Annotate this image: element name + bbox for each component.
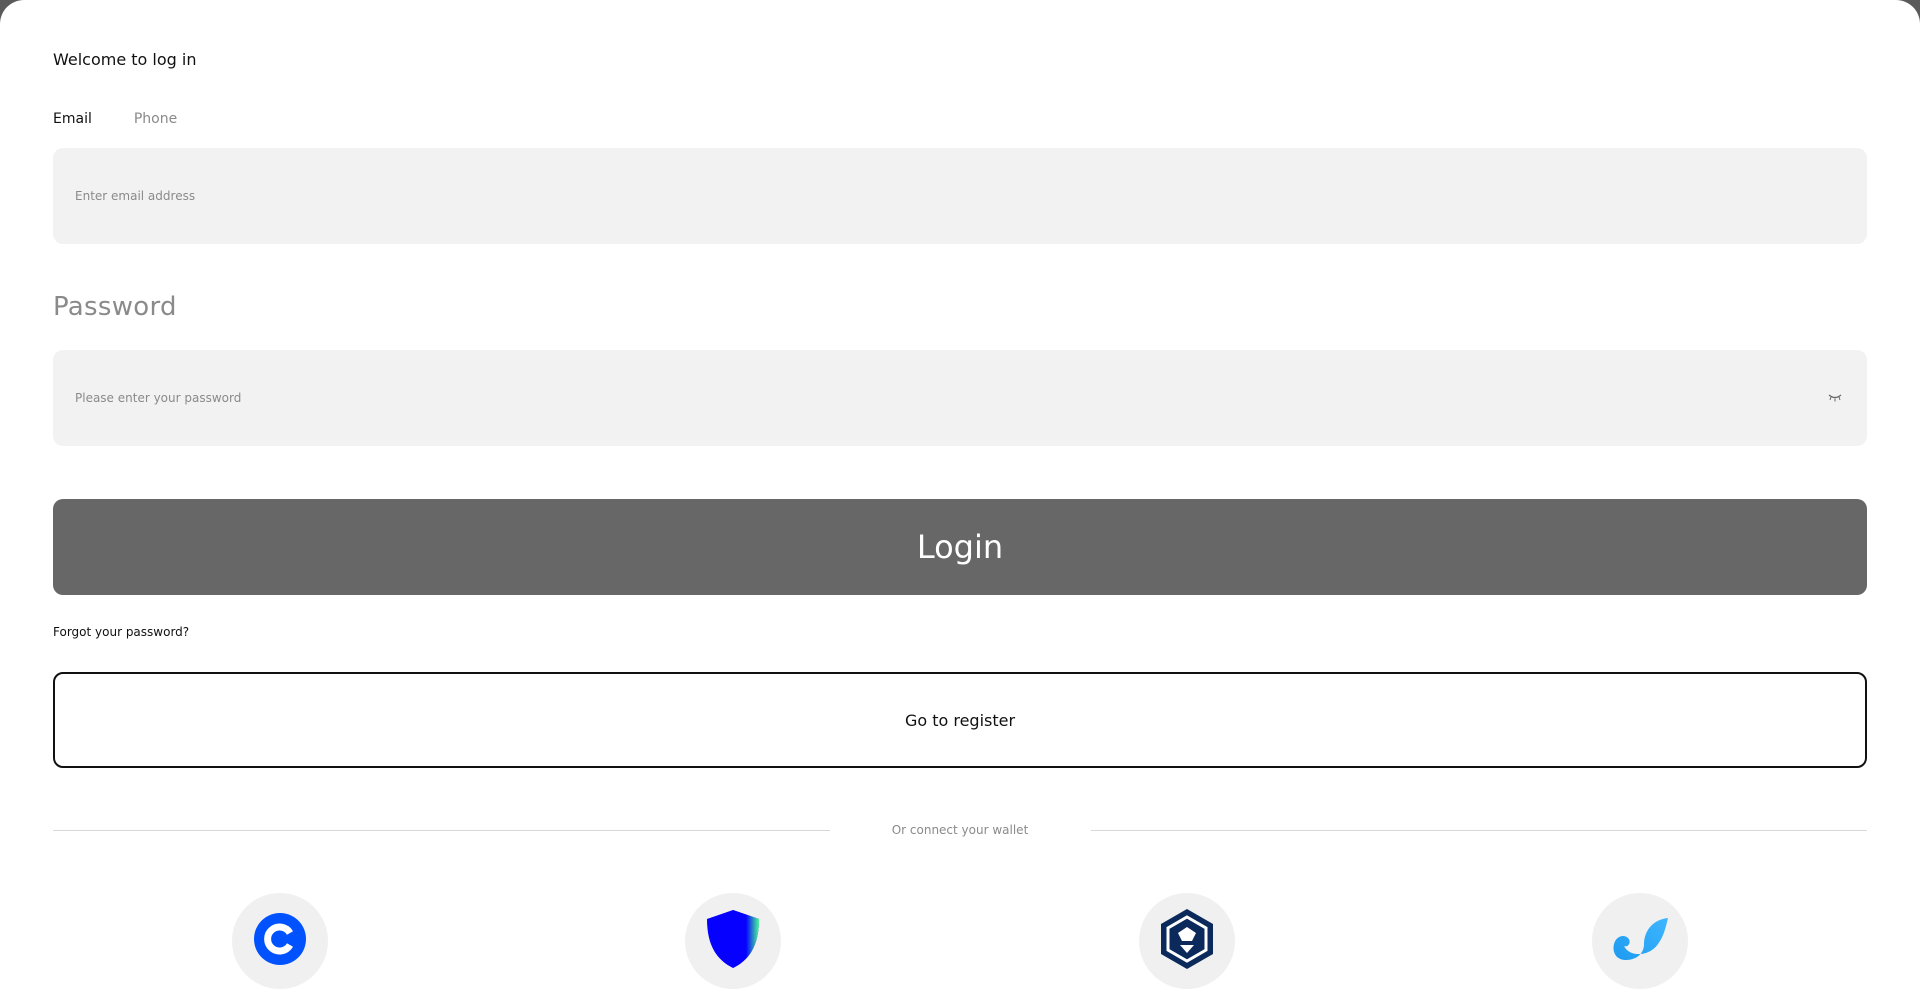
tab-email[interactable]: Email [53,111,92,127]
login-method-tabs: Email Phone [53,111,177,127]
wallet-button-coinbase[interactable] [232,893,328,989]
page-title: Welcome to log in [53,50,197,69]
password-label: Password [53,292,177,322]
tab-phone[interactable]: Phone [134,111,177,127]
divider-line-right [1091,830,1867,831]
login-button[interactable]: Login [53,499,1867,595]
crypto-com-icon [1158,907,1216,975]
register-button[interactable]: Go to register [53,672,1867,768]
wallet-divider: Or connect your wallet [53,820,1867,840]
email-field-container [53,148,1867,244]
eye-closed-icon[interactable] [1825,391,1845,405]
wallet-list [53,893,1867,993]
coinbase-wallet-icon [254,913,306,969]
wallet-button-wave[interactable] [1592,893,1688,989]
forgot-password-link[interactable]: Forgot your password? [53,625,189,639]
wallet-button-crypto-com[interactable] [1139,893,1235,989]
email-input[interactable] [75,189,1845,203]
wallet-button-trust[interactable] [685,893,781,989]
password-input[interactable] [75,391,1825,405]
wave-wallet-icon [1610,914,1670,968]
password-field-container [53,350,1867,446]
trust-wallet-icon [705,908,761,974]
login-sheet: Welcome to log in Email Phone Password L… [0,0,1920,993]
